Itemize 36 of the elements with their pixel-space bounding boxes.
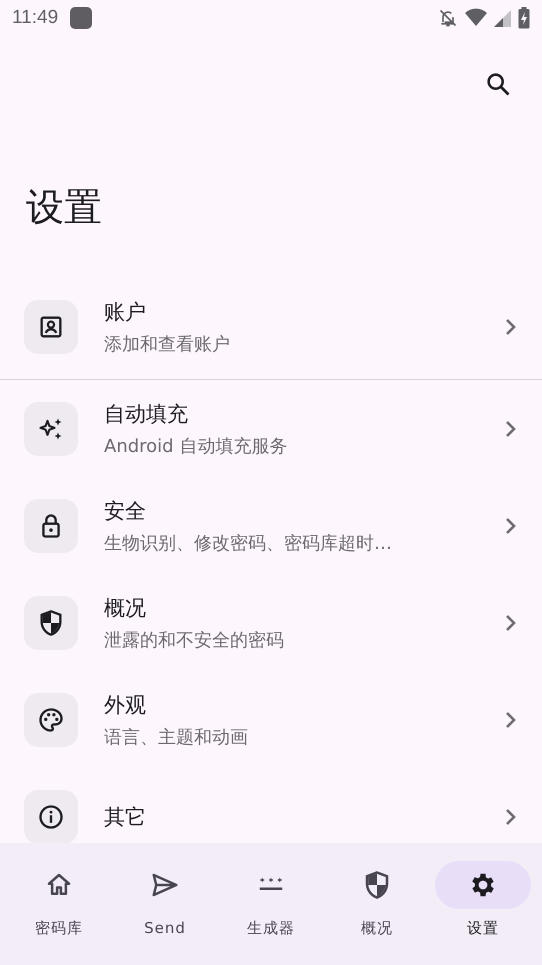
chevron-right-icon <box>504 806 518 826</box>
chevron-right-icon <box>504 418 518 438</box>
item-subtitle: Android 自动填充服务 <box>104 434 288 458</box>
item-title: 账户 <box>104 298 147 326</box>
item-title: 其它 <box>104 804 147 830</box>
signal-icon <box>494 8 512 28</box>
nav-tab[interactable]: 生成器 <box>218 861 324 938</box>
item-subtitle: 语言、主题和动画 <box>104 726 249 748</box>
settings-item[interactable]: 账户 添加和查看账户 <box>0 278 542 375</box>
page-title: 设置 <box>26 184 103 231</box>
chevron-right-icon <box>504 612 518 632</box>
chevron-right-icon <box>504 516 518 536</box>
settings-item[interactable]: 自动填充 Android 自动填充服务 <box>0 380 542 477</box>
chevron-right-icon <box>504 316 518 336</box>
battery-icon <box>518 7 530 29</box>
nav-tab[interactable]: Send <box>112 861 218 937</box>
item-subtitle: 泄露的和不安全的密码 <box>104 628 285 652</box>
item-title: 安全 <box>104 498 147 524</box>
settings-item[interactable]: 其它 <box>0 768 542 843</box>
item-title: 概况 <box>104 594 147 622</box>
nav-tab[interactable]: 概况 <box>324 861 430 938</box>
item-subtitle: 添加和查看账户 <box>104 332 231 356</box>
app-notification-icon <box>70 7 92 29</box>
palette-icon <box>37 706 65 734</box>
status-time: 11:49 <box>12 7 58 29</box>
item-title: 自动填充 <box>104 400 189 428</box>
item-title: 外观 <box>104 692 147 718</box>
info-icon <box>37 802 65 830</box>
wifi-icon <box>464 8 488 28</box>
settings-item[interactable]: 概况 泄露的和不安全的密码 <box>0 574 542 671</box>
item-subtitle: 生物识别、修改密码、密码库超时… <box>104 532 393 554</box>
settings-item[interactable]: 安全 生物识别、修改密码、密码库超时… <box>0 477 542 574</box>
bell-off-icon <box>438 8 458 28</box>
settings-item[interactable]: 外观 语言、主题和动画 <box>0 671 542 768</box>
chevron-right-icon <box>504 710 518 730</box>
nav-tab[interactable]: 密码库 <box>6 861 112 938</box>
